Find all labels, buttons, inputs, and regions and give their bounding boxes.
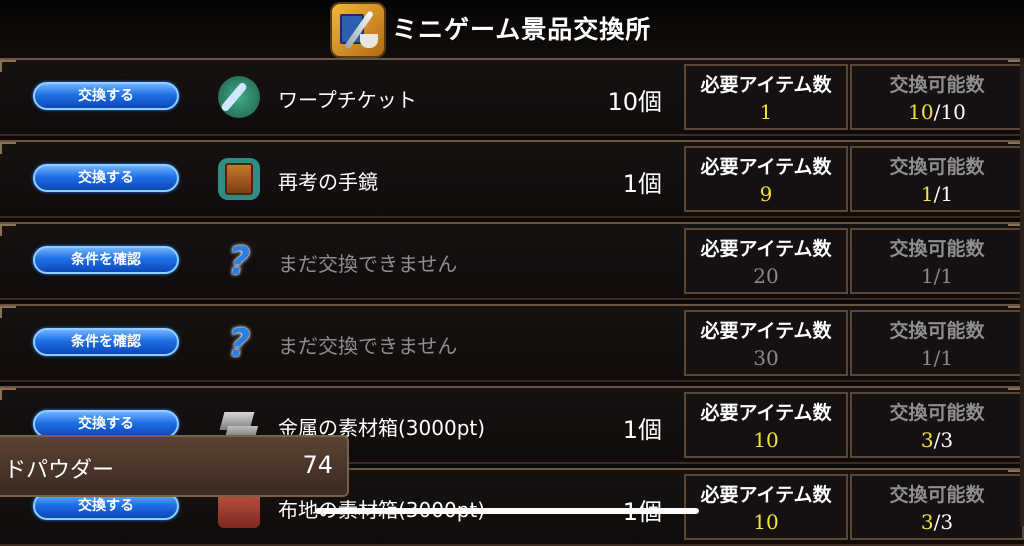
required-count-cell: 必要アイテム数 9 [684,146,848,212]
ticket-icon [218,76,260,118]
available-value: 3/3 [920,428,954,452]
exchange-button[interactable]: 交換する [33,82,179,110]
item-quantity: 10個 [607,88,662,116]
required-count-cell: 必要アイテム数 30 [684,310,848,376]
required-label: 必要アイテム数 [700,156,832,178]
currency-panel: ドパウダー 74 [0,435,349,497]
required-value: 9 [759,182,773,206]
item-quantity: 1個 [622,170,662,198]
list-item: 交換する ワープチケット 10個 必要アイテム数 1 交換可能数 10/10 [0,58,1024,136]
available-value: 1/1 [920,264,954,288]
home-indicator[interactable] [315,508,699,514]
book-icon [218,158,260,200]
required-label: 必要アイテム数 [700,320,832,342]
required-count-cell: 必要アイテム数 1 [684,64,848,130]
item-quantity: 1個 [622,416,662,444]
required-label: 必要アイテム数 [700,484,832,506]
available-label: 交換可能数 [889,402,985,424]
required-label: 必要アイテム数 [700,74,832,96]
item-name: ワープチケット [278,88,417,112]
right-frame-edge [1020,58,1024,526]
item-name: まだ交換できません [278,252,458,276]
required-label: 必要アイテム数 [700,238,832,260]
page-title: ミニゲーム景品交換所 [392,15,652,44]
available-value: 1/1 [920,346,954,370]
required-count-cell: 必要アイテム数 10 [684,392,848,458]
available-count-cell: 交換可能数 3/3 [850,474,1024,540]
available-label: 交換可能数 [889,238,985,260]
available-value: 10/10 [908,100,966,124]
currency-name: ドパウダー [4,458,115,483]
list-item: 条件を確認 ? まだ交換できません 必要アイテム数 20 交換可能数 1/1 [0,222,1024,300]
required-value: 10 [753,428,779,452]
available-value: 1/1 [920,182,954,206]
required-count-cell: 必要アイテム数 10 [684,474,848,540]
list-item: 交換する 再考の手鏡 1個 必要アイテム数 9 交換可能数 1/1 [0,140,1024,218]
available-count-cell: 交換可能数 1/1 [850,310,1024,376]
available-count-cell: 交換可能数 1/1 [850,228,1024,294]
check-conditions-button[interactable]: 条件を確認 [33,328,179,356]
available-label: 交換可能数 [889,156,985,178]
available-count-cell: 交換可能数 10/10 [850,64,1024,130]
check-conditions-button[interactable]: 条件を確認 [33,246,179,274]
item-name: まだ交換できません [278,334,458,358]
required-value: 20 [753,264,779,288]
required-value: 30 [753,346,779,370]
item-name: 再考の手鏡 [278,170,378,194]
question-icon: ? [227,239,251,283]
available-label: 交換可能数 [889,484,985,506]
header-bar: ミニゲーム景品交換所 [0,0,1024,60]
exchange-button[interactable]: 交換する [33,164,179,192]
available-label: 交換可能数 [889,320,985,342]
shop-icon [330,2,386,58]
required-value: 1 [759,100,773,124]
available-value: 3/3 [920,510,954,534]
available-count-cell: 交換可能数 1/1 [850,146,1024,212]
list-item: 条件を確認 ? まだ交換できません 必要アイテム数 30 交換可能数 1/1 [0,304,1024,382]
currency-count: 74 [302,451,333,479]
required-count-cell: 必要アイテム数 20 [684,228,848,294]
question-icon: ? [227,321,251,365]
required-value: 10 [753,510,779,534]
exchange-button[interactable]: 交換する [33,410,179,438]
available-label: 交換可能数 [889,74,985,96]
required-label: 必要アイテム数 [700,402,832,424]
available-count-cell: 交換可能数 3/3 [850,392,1024,458]
